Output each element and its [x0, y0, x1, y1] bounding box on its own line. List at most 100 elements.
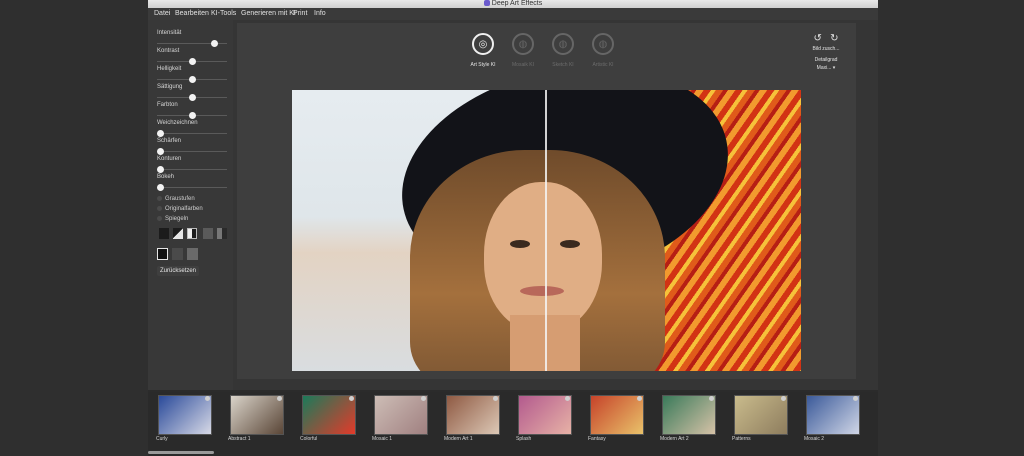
preview-image[interactable]	[292, 90, 801, 371]
info-icon[interactable]	[493, 396, 498, 401]
menu-generieren-mit-ki[interactable]: Generieren mit KI	[241, 9, 296, 19]
menu-datei[interactable]: Datei	[154, 9, 170, 19]
thumbnail-label: Abstract 1	[228, 436, 251, 442]
thumbnail-image	[230, 395, 284, 435]
thumbnail-image	[446, 395, 500, 435]
thumbnail-label: Fantasy	[588, 436, 606, 442]
style-art-style-ki[interactable]: ◎ Art Style KI	[463, 33, 503, 68]
slider-kontrast[interactable]: Kontrast	[157, 48, 227, 68]
style-artistic-ki[interactable]: ◍ Artistic KI	[583, 33, 623, 68]
slider-knob[interactable]	[188, 112, 196, 119]
style-mosaik-ki[interactable]: ◍ Mosaik KI	[503, 33, 543, 68]
window-title-wrap: Deep Art Effects	[148, 0, 878, 8]
style-filmstrip: Curly Abstract 1 Colorful Mosaic 1 Modern Ar…	[148, 392, 878, 456]
style-thumbnail[interactable]: Modern Art 1	[442, 395, 502, 447]
style-label: Mosaik KI	[512, 62, 534, 68]
menu-bearbeiten[interactable]: Bearbeiten	[175, 9, 209, 19]
option-spiegeln[interactable]: Spiegeln	[157, 216, 188, 222]
slider-konturen[interactable]: Konturen	[157, 156, 227, 176]
info-icon[interactable]	[349, 396, 354, 401]
blend-split-icon[interactable]	[187, 228, 197, 239]
menu-info[interactable]: Info	[314, 9, 326, 19]
info-icon[interactable]	[853, 396, 858, 401]
mosaic-icon: ◍	[512, 33, 534, 55]
info-icon[interactable]	[637, 396, 642, 401]
radio-indicator	[157, 196, 162, 201]
fit-image-button[interactable]: Bild zusch...	[804, 46, 848, 52]
undo-redo: ↺ ↻	[804, 33, 848, 44]
style-thumbnail[interactable]: Patterns	[730, 395, 790, 447]
thumbnail-label: Curly	[156, 436, 168, 442]
compare-divider-handle[interactable]	[545, 90, 547, 371]
detail-level-select[interactable]: Maxi... ▾	[804, 65, 848, 71]
blend-dark-icon[interactable]	[159, 228, 169, 239]
blend-diagonal-icon[interactable]	[173, 228, 183, 239]
blend-mode-row	[159, 228, 229, 240]
option-label: Graustufen	[165, 196, 195, 203]
slider-knob[interactable]	[188, 94, 196, 101]
slider-weichzeichnen[interactable]: Weichzeichnen	[157, 120, 227, 140]
slider-knob[interactable]	[157, 148, 164, 155]
portrait-invert-icon[interactable]	[157, 248, 168, 260]
style-label: Artistic KI	[592, 62, 614, 68]
filmstrip-scrollbar[interactable]	[148, 451, 214, 454]
slider-schaerfen[interactable]: Schärfen	[157, 138, 227, 158]
slider-label: Weichzeichnen	[157, 120, 198, 126]
right-backdrop	[878, 0, 1024, 456]
thumbnail-label: Modern Art 1	[444, 436, 473, 442]
blend-grid-icon[interactable]	[203, 228, 213, 239]
undo-icon[interactable]: ↺	[813, 33, 821, 44]
menu-print[interactable]: Print	[293, 9, 307, 19]
slider-intensitaet[interactable]: Intensität	[157, 30, 227, 50]
style-thumbnail[interactable]: Mosaic 1	[370, 395, 430, 447]
adjustments-panel: Intensität Kontrast Helligkeit Sättigung…	[148, 20, 233, 390]
left-backdrop	[0, 0, 148, 456]
blend-half-icon[interactable]	[217, 228, 227, 239]
style-label: Sketch KI	[552, 62, 574, 68]
window-title: Deep Art Effects	[491, 0, 543, 7]
sketch-icon: ◍	[552, 33, 574, 55]
option-graustufen[interactable]: Graustufen	[157, 196, 195, 202]
style-thumbnail[interactable]: Colorful	[298, 395, 358, 447]
slider-knob[interactable]	[157, 166, 164, 173]
portrait-bg-icon[interactable]	[187, 248, 198, 260]
slider-helligkeit[interactable]: Helligkeit	[157, 66, 227, 86]
slider-knob[interactable]	[157, 130, 164, 137]
style-thumbnail[interactable]: Abstract 1	[226, 395, 286, 447]
slider-knob[interactable]	[157, 184, 164, 191]
style-thumbnail[interactable]: Fantasy	[586, 395, 646, 447]
style-thumbnail[interactable]: Modern Art 2	[658, 395, 718, 447]
style-thumbnail[interactable]: Mosaic 2	[802, 395, 862, 447]
thumbnail-label: Modern Art 2	[660, 436, 689, 442]
canvas-area: ◎ Art Style KI ◍ Mosaik KI ◍ Sketch KI ◍ Art…	[237, 23, 856, 379]
slider-farbton[interactable]: Farbton	[157, 102, 227, 122]
style-thumbnail[interactable]: Curly	[154, 395, 214, 447]
info-icon[interactable]	[565, 396, 570, 401]
info-icon[interactable]	[205, 396, 210, 401]
lips	[520, 286, 564, 296]
portrait-mask-icon[interactable]	[172, 248, 183, 260]
slider-knob[interactable]	[188, 76, 196, 83]
slider-saettigung[interactable]: Sättigung	[157, 84, 227, 104]
thumbnail-label: Colorful	[300, 436, 318, 442]
thumbnail-image	[590, 395, 644, 435]
info-icon[interactable]	[709, 396, 714, 401]
style-sketch-ki[interactable]: ◍ Sketch KI	[543, 33, 583, 68]
redo-icon[interactable]: ↻	[830, 33, 838, 44]
reset-button[interactable]: Zurücksetzen	[157, 266, 200, 276]
info-icon[interactable]	[277, 396, 282, 401]
portrait-mode-row	[157, 248, 207, 260]
thumbnail-image	[158, 395, 212, 435]
menu-ki-tools[interactable]: KI-Tools	[211, 9, 236, 19]
slider-knob[interactable]	[188, 58, 196, 65]
app-window: Intensität Kontrast Helligkeit Sättigung…	[148, 20, 878, 390]
slider-knob[interactable]	[210, 40, 218, 47]
thumbnail-label: Patterns	[732, 436, 751, 442]
slider-bokeh[interactable]: Bokeh	[157, 174, 227, 194]
style-thumbnail[interactable]: Splash	[514, 395, 574, 447]
slider-label: Intensität	[157, 30, 182, 36]
slider-track	[157, 187, 227, 188]
option-originalfarben[interactable]: Originalfarben	[157, 206, 203, 212]
info-icon[interactable]	[421, 396, 426, 401]
info-icon[interactable]	[781, 396, 786, 401]
